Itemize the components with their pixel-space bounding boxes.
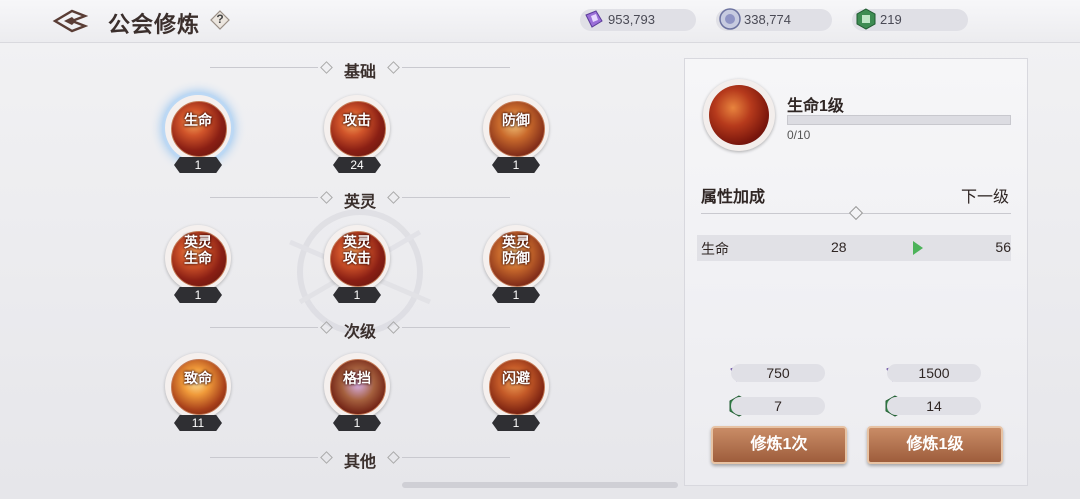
stat-name: 生命 bbox=[701, 241, 729, 257]
level-badge: 1 bbox=[492, 157, 540, 173]
section-header-secondary: 次级 bbox=[210, 318, 510, 341]
divider-diamond bbox=[848, 205, 864, 221]
top-bar: 公会修炼 ? 953,793 338,774 219 bbox=[0, 0, 1080, 43]
stat-row: 生命 28 56 bbox=[697, 235, 1011, 261]
level-badge: 1 bbox=[333, 287, 381, 303]
train-level-button[interactable]: 修炼1级 bbox=[867, 426, 1003, 464]
resource-crystal[interactable]: 953,793 bbox=[580, 9, 696, 31]
node-dodge[interactable]: 闪避 1 bbox=[480, 350, 552, 434]
node-defense[interactable]: 防御 1 bbox=[480, 92, 552, 176]
skill-title: 生命1级 bbox=[787, 98, 844, 115]
horizontal-scrollbar[interactable] bbox=[402, 482, 678, 488]
help-button[interactable]: ? bbox=[210, 10, 230, 30]
section-header-basic: 基础 bbox=[210, 58, 510, 81]
node-attack[interactable]: 攻击 24 bbox=[321, 92, 393, 176]
level-badge: 24 bbox=[333, 157, 381, 173]
node-critical[interactable]: 致命 11 bbox=[162, 350, 234, 434]
section-header-other: 其他 bbox=[210, 448, 510, 471]
skill-progress-text: 0/10 bbox=[787, 128, 811, 142]
level-badge: 1 bbox=[492, 287, 540, 303]
section-header-spirit: 英灵 bbox=[210, 188, 510, 211]
selected-skill-icon bbox=[703, 79, 775, 151]
node-spirit-defense[interactable]: 英灵 防御 1 bbox=[480, 222, 552, 306]
cost-contribution-once: 7 bbox=[731, 397, 825, 415]
train-once-button[interactable]: 修炼1次 bbox=[711, 426, 847, 464]
cost-crystal-level: 1500 bbox=[887, 364, 981, 382]
node-life[interactable]: 生命 1 bbox=[162, 92, 234, 176]
level-badge: 1 bbox=[333, 415, 381, 431]
node-block[interactable]: 格挡 1 bbox=[321, 350, 393, 434]
cost-contribution-level: 14 bbox=[887, 397, 981, 415]
guild-contribution-icon bbox=[856, 8, 876, 30]
detail-panel: 生命1级 0/10 属性加成 下一级 生命 28 56 750 7 1500 1… bbox=[684, 58, 1028, 486]
skill-progress-bar bbox=[787, 115, 1011, 125]
level-badge: 11 bbox=[174, 415, 222, 431]
cost-crystal-once: 750 bbox=[731, 364, 825, 382]
back-icon[interactable] bbox=[52, 6, 89, 36]
page-title: 公会修炼 bbox=[108, 12, 201, 37]
purple-crystal-icon bbox=[585, 10, 603, 28]
help-icon: ? bbox=[216, 12, 224, 26]
stat-next: 56 bbox=[995, 239, 1011, 255]
stat-current: 28 bbox=[831, 239, 847, 255]
level-badge: 1 bbox=[174, 157, 222, 173]
level-badge: 1 bbox=[174, 287, 222, 303]
resource-contribution[interactable]: 219 bbox=[852, 8, 968, 31]
level-badge: 1 bbox=[492, 415, 540, 431]
next-level-header: 下一级 bbox=[960, 189, 1009, 206]
node-spirit-attack[interactable]: 英灵 攻击 1 bbox=[321, 222, 393, 306]
silver-coin-icon bbox=[719, 8, 741, 30]
arrow-right-icon bbox=[913, 241, 923, 255]
node-spirit-life[interactable]: 英灵 生命 1 bbox=[162, 222, 234, 306]
resource-coin[interactable]: 338,774 bbox=[716, 8, 832, 31]
attribute-bonus-header: 属性加成 bbox=[701, 189, 766, 206]
training-tree: 基础 生命 1 攻击 24 防御 1 英灵 英灵 生命 1 英灵 攻击 1 英灵 防御… bbox=[0, 42, 680, 499]
